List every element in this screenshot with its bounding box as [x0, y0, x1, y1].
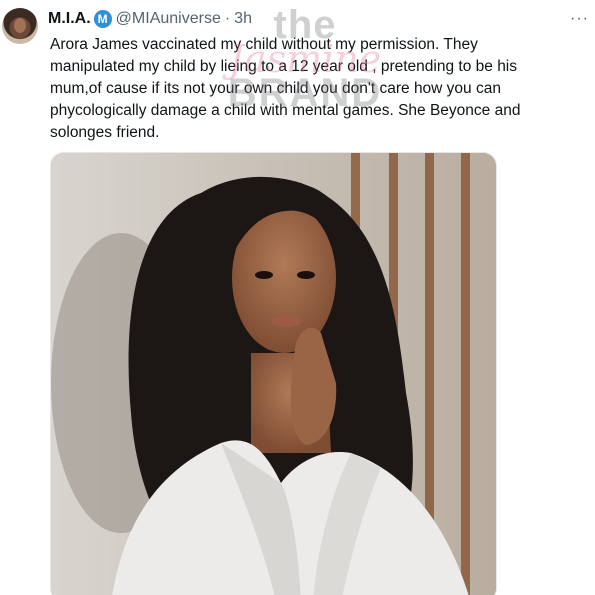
photo-portrait-image: [51, 153, 496, 595]
more-options-icon[interactable]: ···: [570, 10, 589, 28]
tweet-card[interactable]: M.I.A. M @MIAuniverse · 3h ··· Arora Jam…: [0, 0, 595, 595]
display-name[interactable]: M.I.A.: [48, 10, 91, 28]
timestamp[interactable]: 3h: [234, 10, 252, 28]
verified-badge-icon: M: [93, 10, 112, 28]
avatar[interactable]: [2, 8, 38, 44]
separator-dot: ·: [224, 10, 231, 27]
tweet-text: Arora James vaccinated my child without …: [50, 36, 521, 141]
avatar-face: [14, 18, 26, 33]
user-handle[interactable]: @MIAuniverse: [116, 10, 221, 28]
tweet-header: M.I.A. M @MIAuniverse · 3h: [48, 8, 252, 30]
tweet-photo[interactable]: [50, 152, 497, 595]
